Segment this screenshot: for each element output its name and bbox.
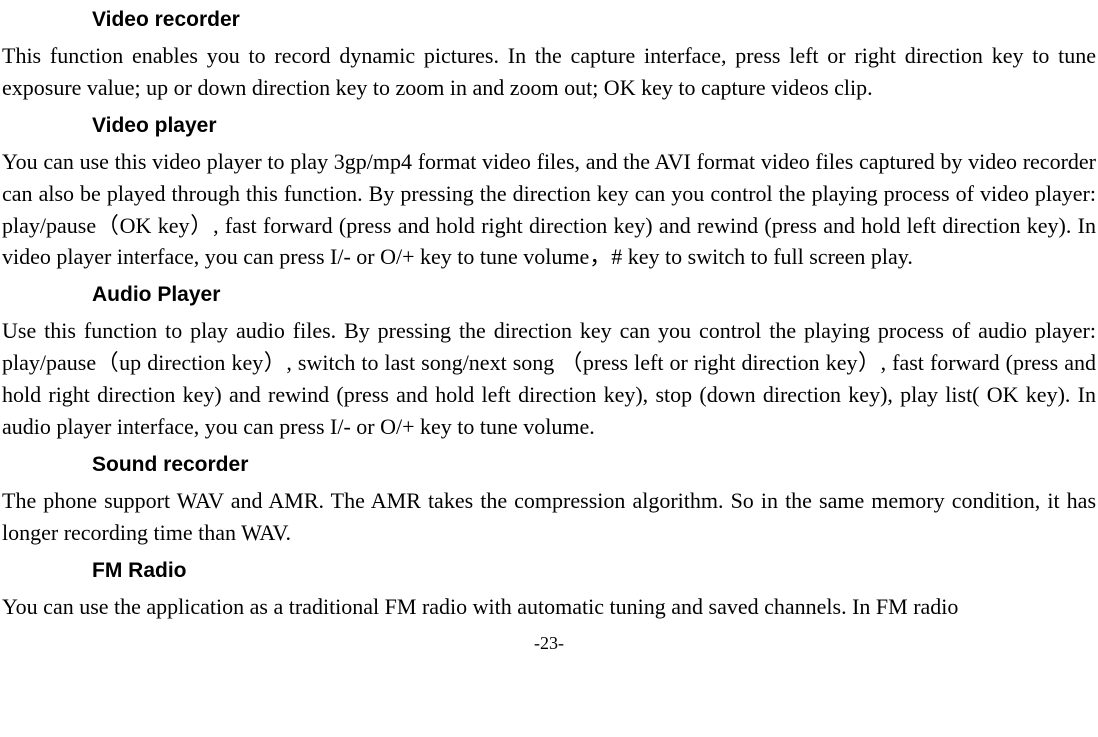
- page-number: -23-: [2, 633, 1096, 654]
- heading-video-recorder: Video recorder: [92, 8, 1096, 32]
- paragraph-fm-radio: You can use the application as a traditi…: [2, 591, 1096, 623]
- heading-fm-radio: FM Radio: [92, 559, 1096, 583]
- heading-sound-recorder: Sound recorder: [92, 453, 1096, 477]
- paragraph-audio-player: Use this function to play audio files. B…: [2, 315, 1096, 443]
- paragraph-video-player: You can use this video player to play 3g…: [2, 146, 1096, 274]
- paragraph-video-recorder: This function enables you to record dyna…: [2, 40, 1096, 104]
- heading-audio-player: Audio Player: [92, 283, 1096, 307]
- document-page: Video recorder This function enables you…: [0, 8, 1098, 654]
- heading-video-player: Video player: [92, 114, 1096, 138]
- paragraph-sound-recorder: The phone support WAV and AMR. The AMR t…: [2, 485, 1096, 549]
